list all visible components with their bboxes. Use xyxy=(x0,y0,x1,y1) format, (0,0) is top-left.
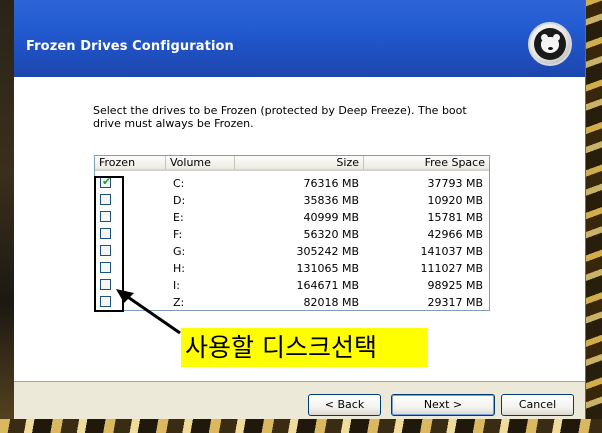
table-row[interactable]: D: 35836 MB 10920 MB xyxy=(95,192,489,209)
size-cell: 82018 MB xyxy=(303,296,359,309)
column-header-size[interactable]: Size xyxy=(235,156,364,171)
column-header-frozen[interactable]: Frozen xyxy=(95,156,166,171)
deep-freeze-polar-bear-icon xyxy=(528,22,572,66)
next-button[interactable]: Next > xyxy=(391,394,495,416)
annotation-label: 사용할 디스크선택 xyxy=(181,328,428,367)
volume-cell: G: xyxy=(173,245,186,258)
wizard-footer: < Back Next > Cancel xyxy=(14,381,585,419)
cancel-button[interactable]: Cancel xyxy=(501,394,574,416)
volume-cell: C: xyxy=(173,177,185,190)
desktop-background-right xyxy=(586,0,602,433)
free-space-cell: 37793 MB xyxy=(427,177,483,190)
free-space-cell: 29317 MB xyxy=(427,296,483,309)
desktop-background-bottom xyxy=(0,419,602,433)
size-cell: 164671 MB xyxy=(296,279,359,292)
table-row[interactable]: E: 40999 MB 15781 MB xyxy=(95,209,489,226)
free-space-cell: 15781 MB xyxy=(427,211,483,224)
table-row[interactable]: G: 305242 MB 141037 MB xyxy=(95,243,489,260)
volume-cell: E: xyxy=(173,211,184,224)
size-cell: 40999 MB xyxy=(303,211,359,224)
size-cell: 35836 MB xyxy=(303,194,359,207)
table-row[interactable]: ✔ C: 76316 MB 37793 MB xyxy=(95,175,489,192)
table-row[interactable]: F: 56320 MB 42966 MB xyxy=(95,226,489,243)
size-cell: 305242 MB xyxy=(296,245,359,258)
wizard-window: Frozen Drives Configuration Select the d… xyxy=(14,0,586,419)
column-header-volume[interactable]: Volume xyxy=(166,156,235,171)
instruction-text: Select the drives to be Frozen (protecte… xyxy=(93,104,467,130)
desktop-background-left xyxy=(0,0,14,433)
volume-cell: H: xyxy=(173,262,185,275)
wizard-content: Select the drives to be Frozen (protecte… xyxy=(14,77,585,381)
column-header-free-space[interactable]: Free Space xyxy=(364,156,489,171)
size-cell: 56320 MB xyxy=(303,228,359,241)
back-button[interactable]: < Back xyxy=(308,394,381,416)
table-row[interactable]: H: 131065 MB 111027 MB xyxy=(95,260,489,277)
free-space-cell: 141037 MB xyxy=(420,245,483,258)
wizard-header: Frozen Drives Configuration xyxy=(14,0,585,77)
size-cell: 131065 MB xyxy=(296,262,359,275)
volume-cell: F: xyxy=(173,228,183,241)
drives-list-header: Frozen Volume Size Free Space xyxy=(95,156,489,171)
free-space-cell: 111027 MB xyxy=(420,262,483,275)
annotation-arrow-icon xyxy=(116,289,181,335)
free-space-cell: 98925 MB xyxy=(427,279,483,292)
wizard-title: Frozen Drives Configuration xyxy=(26,39,234,54)
free-space-cell: 10920 MB xyxy=(427,194,483,207)
volume-cell: D: xyxy=(173,194,186,207)
free-space-cell: 42966 MB xyxy=(427,228,483,241)
size-cell: 76316 MB xyxy=(303,177,359,190)
